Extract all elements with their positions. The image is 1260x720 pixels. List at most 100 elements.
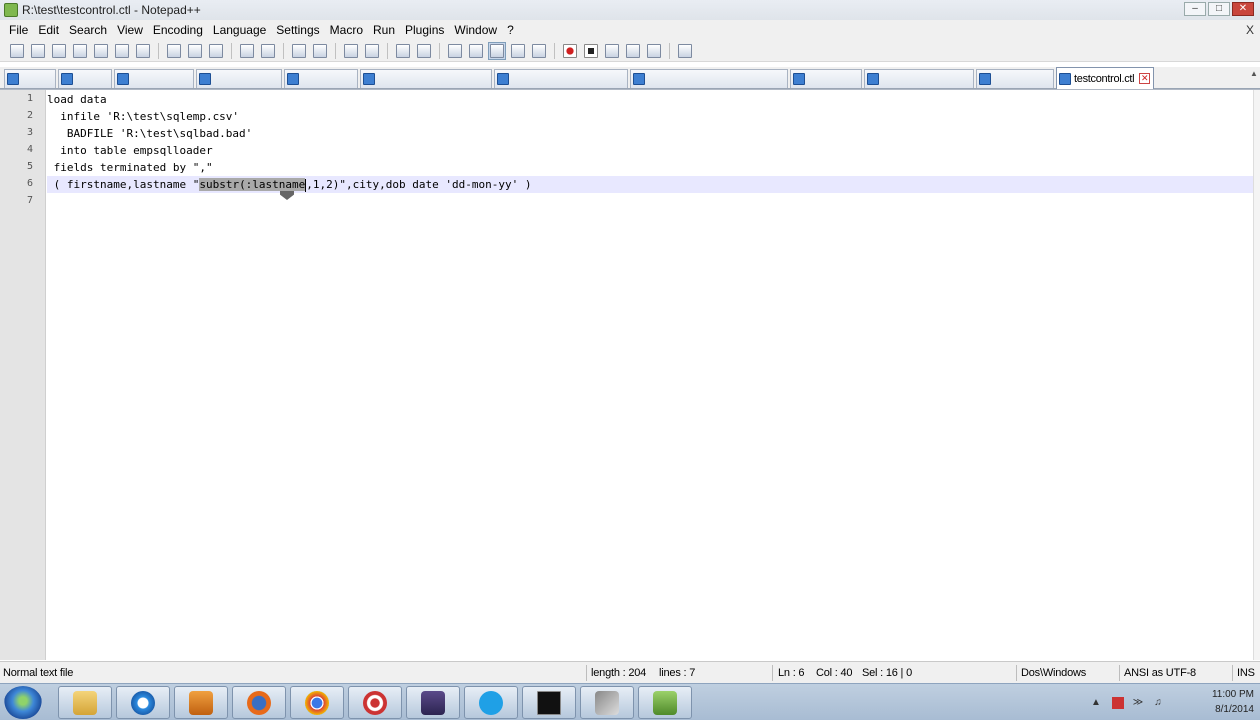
- save-all-icon[interactable]: [71, 42, 89, 60]
- taskbar-file-explorer[interactable]: [58, 686, 112, 719]
- menu-settings[interactable]: Settings: [271, 23, 324, 37]
- toolbar-separator: [387, 42, 388, 59]
- document-tab[interactable]: [864, 69, 974, 88]
- status-divider: [1016, 665, 1017, 681]
- menu-macro[interactable]: Macro: [325, 23, 368, 37]
- new-file-icon[interactable]: [8, 42, 26, 60]
- toolbar-separator: [231, 42, 232, 59]
- document-tab[interactable]: [4, 69, 56, 88]
- menu-help[interactable]: ?: [502, 23, 519, 37]
- copy-icon[interactable]: [186, 42, 204, 60]
- record-icon: [363, 690, 387, 715]
- document-icon: [199, 73, 211, 85]
- document-tab[interactable]: [58, 69, 112, 88]
- document-icon: [793, 73, 805, 85]
- menu-view[interactable]: View: [112, 23, 148, 37]
- taskbar-sql-developer[interactable]: [580, 686, 634, 719]
- close-window-button[interactable]: ✕: [1232, 2, 1254, 16]
- taskbar-clock[interactable]: 11:00 PM 8/1/2014: [1212, 687, 1254, 717]
- document-tab[interactable]: [196, 69, 282, 88]
- document-icon: [867, 73, 879, 85]
- cut-icon[interactable]: [165, 42, 183, 60]
- volume-icon[interactable]: ♫: [1152, 697, 1164, 709]
- start-button[interactable]: [4, 686, 42, 719]
- replace-icon[interactable]: [311, 42, 329, 60]
- menu-window[interactable]: Window: [449, 23, 502, 37]
- run-macro-multiple-icon[interactable]: [624, 42, 642, 60]
- toolbar-separator: [335, 42, 336, 59]
- folder-icon: [73, 690, 97, 715]
- document-tab[interactable]: [976, 69, 1054, 88]
- folder-as-workspace-icon[interactable]: [676, 42, 694, 60]
- document-tab-active[interactable]: testcontrol.ctl ✕: [1056, 67, 1154, 89]
- menu-run[interactable]: Run: [368, 23, 400, 37]
- user-defined-language-icon[interactable]: [509, 42, 527, 60]
- taskbar-firefox[interactable]: [232, 686, 286, 719]
- word-wrap-icon[interactable]: [446, 42, 464, 60]
- status-divider: [1232, 665, 1233, 681]
- taskbar-game-app[interactable]: [406, 686, 460, 719]
- line-number: 6: [26, 178, 33, 189]
- tray-app-icon[interactable]: [1112, 697, 1124, 709]
- close-all-icon[interactable]: [113, 42, 131, 60]
- status-divider: [586, 665, 587, 681]
- taskbar-screen-recorder[interactable]: [348, 686, 402, 719]
- open-file-icon[interactable]: [29, 42, 47, 60]
- taskbar-command-prompt[interactable]: [522, 686, 576, 719]
- line-number: 7: [26, 195, 33, 206]
- taskbar-chrome[interactable]: [290, 686, 344, 719]
- document-tab[interactable]: [494, 69, 628, 88]
- menu-language[interactable]: Language: [208, 23, 271, 37]
- maximize-button[interactable]: □: [1208, 2, 1230, 16]
- indent-guide-icon[interactable]: [488, 41, 506, 60]
- taskbar-internet-explorer[interactable]: [116, 686, 170, 719]
- menu-file[interactable]: File: [4, 23, 33, 37]
- doc-map-icon[interactable]: [530, 42, 548, 60]
- line-number: 5: [26, 161, 33, 172]
- menu-plugins[interactable]: Plugins: [400, 23, 449, 37]
- sync-horizontal-icon[interactable]: [415, 42, 433, 60]
- code-line-current: ( firstname,lastname "substr(:lastname,1…: [47, 176, 1257, 193]
- editor-pane[interactable]: 1 2 3 4 5 6 7 load data infile 'R:\test\…: [0, 89, 1260, 660]
- network-icon[interactable]: ≫: [1132, 697, 1144, 709]
- close-document-button[interactable]: X: [1246, 23, 1254, 37]
- minimize-button[interactable]: –: [1184, 2, 1206, 16]
- show-all-chars-icon[interactable]: [467, 42, 485, 60]
- zoom-out-icon[interactable]: [363, 42, 381, 60]
- taskbar-media-player[interactable]: [174, 686, 228, 719]
- show-hidden-icons-icon[interactable]: ▲: [1090, 697, 1102, 709]
- play-macro-icon[interactable]: [603, 42, 621, 60]
- document-tab[interactable]: [114, 69, 194, 88]
- toolbar-separator: [669, 42, 670, 59]
- redo-icon[interactable]: [259, 42, 277, 60]
- stop-record-icon[interactable]: [582, 42, 600, 60]
- system-tray: ▲ ≫ ♫ 11:00 PM 8/1/2014: [1090, 684, 1260, 720]
- document-tab[interactable]: [790, 69, 862, 88]
- line-number: 4: [26, 144, 33, 155]
- tab-scroll-arrow-icon[interactable]: ▲: [1250, 69, 1258, 87]
- menu-encoding[interactable]: Encoding: [148, 23, 208, 37]
- print-icon[interactable]: [134, 42, 152, 60]
- sync-vertical-icon[interactable]: [394, 42, 412, 60]
- document-tab[interactable]: [360, 69, 492, 88]
- document-tab[interactable]: [630, 69, 788, 88]
- paste-icon[interactable]: [207, 42, 225, 60]
- chrome-icon: [305, 690, 329, 715]
- window-title: R:\test\testcontrol.ctl - Notepad++: [22, 3, 201, 17]
- save-macro-icon[interactable]: [645, 42, 663, 60]
- tab-close-icon[interactable]: ✕: [1139, 73, 1151, 84]
- menu-edit[interactable]: Edit: [33, 23, 64, 37]
- taskbar-notepad-plus-plus[interactable]: [638, 686, 692, 719]
- menu-search[interactable]: Search: [64, 23, 112, 37]
- vertical-scrollbar[interactable]: [1253, 90, 1260, 660]
- toolbar-separator: [283, 42, 284, 59]
- save-icon[interactable]: [50, 42, 68, 60]
- find-icon[interactable]: [290, 42, 308, 60]
- taskbar-skype[interactable]: [464, 686, 518, 719]
- undo-icon[interactable]: [238, 42, 256, 60]
- close-icon[interactable]: [92, 42, 110, 60]
- record-macro-icon[interactable]: [561, 42, 579, 60]
- sql-developer-icon: [595, 690, 619, 715]
- zoom-in-icon[interactable]: [342, 42, 360, 60]
- document-tab[interactable]: [284, 69, 358, 88]
